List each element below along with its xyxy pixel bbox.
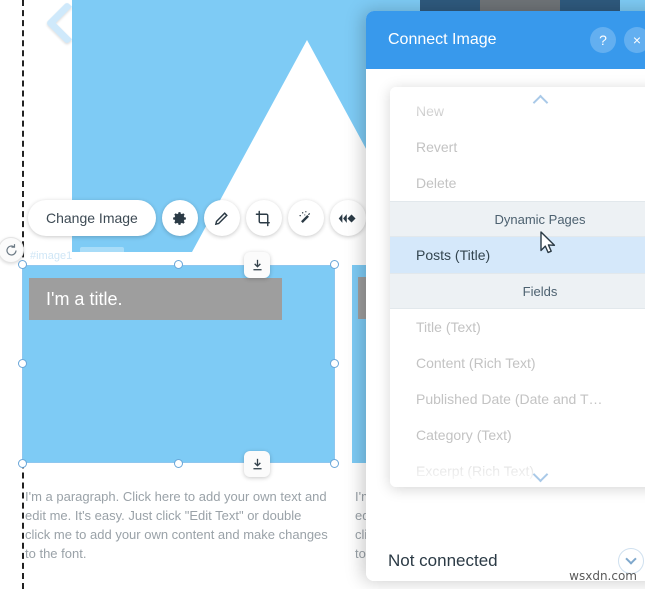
- dropdown-item-excerpt-rich-text[interactable]: Excerpt (Rich Text): [390, 453, 645, 487]
- dropdown-item-revert[interactable]: Revert: [390, 129, 645, 165]
- dropdown-item-label: Excerpt (Rich Text): [416, 463, 534, 479]
- dropdown-section-fields: Fields: [390, 273, 645, 309]
- connect-image-modal: Connect Image ? × New Revert Delete Dyna…: [366, 11, 645, 581]
- dropdown-item-category-text[interactable]: Category (Text): [390, 417, 645, 453]
- download-icon-bottom[interactable]: [244, 451, 270, 477]
- dropdown-item-label: Revert: [416, 139, 458, 155]
- resize-handle-tr[interactable]: [330, 260, 339, 269]
- download-icon[interactable]: [244, 252, 270, 278]
- connect-dropdown-list[interactable]: New Revert Delete Dynamic Pages Posts (T…: [390, 87, 645, 487]
- image-title-text: I'm a title.: [46, 288, 123, 309]
- dropdown-item-label: Content (Rich Text): [416, 355, 536, 371]
- resize-handle-bc[interactable]: [174, 459, 183, 468]
- dropdown-item-published-date[interactable]: Published Date (Date and T…: [390, 381, 645, 417]
- dropdown-item-content-rich-text[interactable]: Content (Rich Text): [390, 345, 645, 381]
- image-id-label: #image1: [30, 250, 73, 262]
- change-image-label: Change Image: [46, 210, 138, 226]
- cloud-icon: [80, 247, 125, 265]
- connection-status-label: Not connected: [388, 550, 498, 570]
- animation-icon[interactable]: [329, 200, 366, 236]
- magic-wand-icon[interactable]: [287, 200, 324, 236]
- component-toolbar[interactable]: Change Image: [28, 199, 408, 237]
- change-image-button[interactable]: Change Image: [28, 200, 156, 236]
- modal-title: Connect Image: [388, 31, 497, 48]
- paragraph-1[interactable]: I'm a paragraph. Click here to add your …: [25, 487, 330, 563]
- pencil-icon[interactable]: [203, 200, 240, 236]
- image-component-1[interactable]: I'm a title.: [22, 265, 335, 463]
- dropdown-section-dynamic-pages: Dynamic Pages: [390, 201, 645, 237]
- image-1-title-overlay[interactable]: I'm a title.: [29, 278, 282, 320]
- close-icon[interactable]: ×: [624, 27, 645, 53]
- resize-handle-ml[interactable]: [18, 359, 27, 368]
- dropdown-items: New Revert Delete Dynamic Pages Posts (T…: [390, 87, 645, 487]
- question-mark-icon[interactable]: ?: [590, 27, 616, 53]
- resize-handle-bl[interactable]: [18, 459, 27, 468]
- dropdown-item-label: Delete: [416, 175, 457, 191]
- crop-icon[interactable]: [245, 200, 282, 236]
- resize-handle-br[interactable]: [330, 459, 339, 468]
- image-1-sun: [164, 341, 212, 389]
- dropdown-item-new[interactable]: New: [390, 93, 645, 129]
- watermark: wsxdn.com: [569, 569, 637, 583]
- image-id-tag: #image1: [30, 247, 125, 265]
- close-label: ×: [632, 32, 642, 48]
- rotate-icon[interactable]: [0, 237, 24, 263]
- dropdown-item-label: Category (Text): [416, 427, 512, 443]
- modal-header: Connect Image ? ×: [366, 11, 645, 69]
- dropdown-item-label: Title (Text): [416, 319, 481, 335]
- dropdown-item-delete[interactable]: Delete: [390, 165, 645, 201]
- dropdown-item-posts-title[interactable]: Posts (Title): [390, 237, 645, 273]
- resize-handle-tc[interactable]: [174, 260, 183, 269]
- gear-icon[interactable]: [161, 200, 198, 236]
- help-label: ?: [599, 32, 607, 48]
- modal-body: New Revert Delete Dynamic Pages Posts (T…: [366, 69, 645, 581]
- mouse-pointer-icon: [540, 231, 557, 260]
- image-1-bottom-fill: [29, 441, 316, 458]
- dropdown-item-title-text[interactable]: Title (Text): [390, 309, 645, 345]
- dropdown-item-label: Posts (Title): [416, 247, 491, 263]
- dropdown-section-label: Fields: [522, 283, 558, 299]
- dropdown-section-label: Dynamic Pages: [494, 211, 586, 227]
- resize-handle-tl[interactable]: [18, 260, 27, 269]
- screenshot-root: #image1 I'm a title. Change Image I'm a …: [0, 0, 645, 589]
- dropdown-item-label: Published Date (Date and T…: [416, 391, 603, 407]
- dropdown-item-label: New: [416, 103, 445, 119]
- resize-handle-mr[interactable]: [330, 359, 339, 368]
